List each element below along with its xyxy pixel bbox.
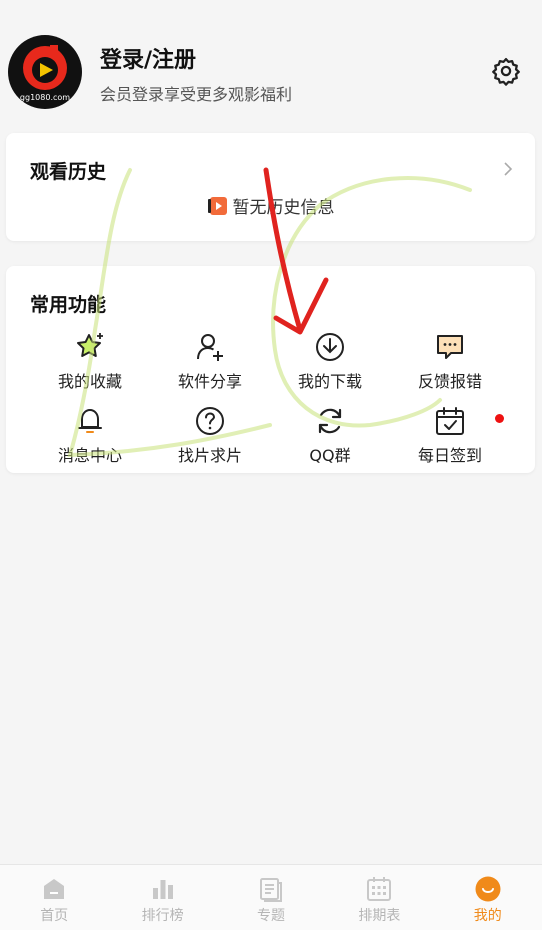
avatar-watermark: gg1080.com bbox=[19, 93, 71, 102]
bottom-tab-bar: 首页 排行榜 专题 排期表 我的 bbox=[0, 864, 542, 930]
message-center-label: 消息中心 bbox=[57, 446, 122, 465]
empty-history-message: 暂无历史信息 bbox=[6, 193, 535, 218]
tab-schedule-label: 排期表 bbox=[358, 908, 401, 924]
common-functions-title: 常用功能 bbox=[30, 294, 107, 316]
common-functions-card: 常用功能 我的收藏 软件分享 我的下载 反馈报错 消息中心 找片求片 QQ群 每… bbox=[6, 266, 535, 473]
share-app-label: 软件分享 bbox=[177, 372, 242, 391]
gear-icon bbox=[492, 58, 520, 86]
functions-grid: 我的收藏 软件分享 我的下载 反馈报错 消息中心 找片求片 QQ群 每日签到 bbox=[30, 330, 510, 468]
tab-mine-label: 我的 bbox=[473, 908, 502, 924]
tab-ranking[interactable]: 排行榜 bbox=[108, 865, 216, 930]
settings-button[interactable] bbox=[490, 55, 522, 87]
downloads-button[interactable]: 我的下载 bbox=[270, 330, 390, 394]
message-center-button[interactable]: 消息中心 bbox=[30, 404, 150, 468]
bell-icon bbox=[78, 409, 102, 433]
profile-header[interactable]: gg1080.com 登录/注册 会员登录享受更多观影福利 bbox=[0, 0, 542, 130]
downloads-label: 我的下载 bbox=[297, 372, 362, 391]
login-subtitle: 会员登录享受更多观影福利 bbox=[100, 85, 293, 104]
question-icon bbox=[196, 407, 224, 435]
home-icon bbox=[44, 879, 65, 899]
empty-history-text: 暂无历史信息 bbox=[232, 198, 335, 218]
chevron-right-icon[interactable] bbox=[501, 159, 515, 179]
favorites-button[interactable]: 我的收藏 bbox=[30, 330, 150, 394]
share-app-button[interactable]: 软件分享 bbox=[150, 330, 270, 394]
tab-mine[interactable]: 我的 bbox=[434, 865, 542, 930]
tab-topics-label: 专题 bbox=[256, 908, 285, 924]
favorites-label: 我的收藏 bbox=[57, 372, 122, 391]
user-add-icon bbox=[197, 334, 223, 361]
topic-icon bbox=[259, 878, 282, 902]
tab-home-label: 首页 bbox=[40, 908, 69, 924]
feedback-label: 反馈报错 bbox=[417, 372, 482, 391]
tab-topics[interactable]: 专题 bbox=[217, 865, 325, 930]
qq-group-button[interactable]: QQ群 bbox=[270, 404, 390, 468]
tab-ranking-label: 排行榜 bbox=[141, 908, 184, 924]
watch-history-card[interactable]: 观看历史 暂无历史信息 bbox=[6, 133, 535, 241]
request-movie-label: 找片求片 bbox=[177, 446, 242, 465]
daily-checkin-label: 每日签到 bbox=[417, 446, 482, 465]
login-register-title[interactable]: 登录/注册 bbox=[100, 42, 196, 74]
calendar-check-icon bbox=[436, 407, 464, 435]
tab-home[interactable]: 首页 bbox=[0, 865, 108, 930]
chart-icon bbox=[152, 880, 173, 899]
app-logo-icon bbox=[23, 45, 67, 90]
request-movie-button[interactable]: 找片求片 bbox=[150, 404, 270, 468]
smile-icon bbox=[475, 876, 501, 902]
qq-group-label: QQ群 bbox=[309, 446, 351, 465]
refresh-icon bbox=[318, 408, 342, 434]
star-icon bbox=[77, 333, 103, 357]
avatar[interactable]: gg1080.com bbox=[8, 35, 82, 109]
notification-badge bbox=[495, 414, 504, 423]
download-icon bbox=[316, 333, 344, 361]
calendar-icon bbox=[367, 877, 392, 901]
watch-history-title: 观看历史 bbox=[30, 161, 107, 183]
feedback-button[interactable]: 反馈报错 bbox=[390, 330, 510, 394]
message-icon bbox=[437, 335, 463, 359]
daily-checkin-button[interactable]: 每日签到 bbox=[390, 404, 510, 468]
tab-schedule[interactable]: 排期表 bbox=[325, 865, 433, 930]
video-icon bbox=[207, 196, 227, 215]
